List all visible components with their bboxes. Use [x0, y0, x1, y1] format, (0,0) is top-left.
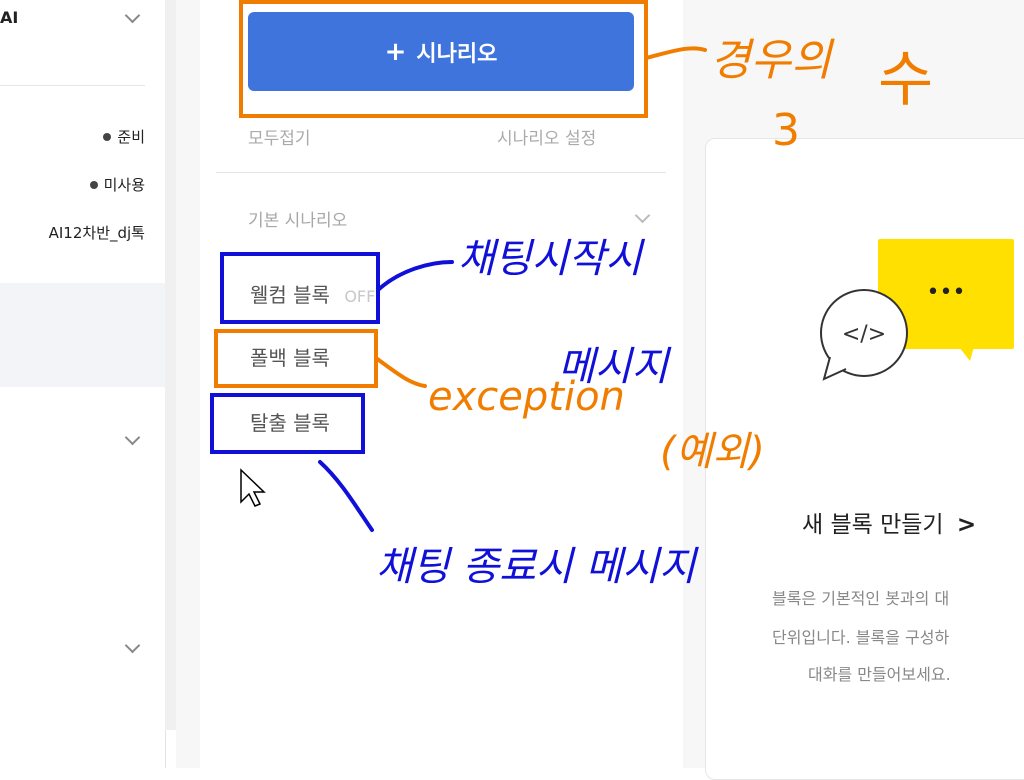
new-block-illustration: ••• </>	[820, 239, 1014, 381]
collapse-all-link[interactable]: 모두접기	[248, 124, 311, 149]
fallback-block-label: 폴백 블록	[250, 346, 330, 370]
gutter	[176, 0, 200, 768]
card-desc-line: 단위입니다. 블록을 구성하	[772, 628, 950, 647]
canvas: ••• </> 새 블록 만들기 > 블록은 기본적인 봇과의 대 단위입니다.…	[683, 0, 1024, 780]
plus-icon: +	[384, 36, 407, 67]
scenario-settings-link[interactable]: 시나리오 설정	[497, 124, 596, 149]
status-unused: 미사용	[89, 174, 145, 195]
chevron-down-icon[interactable]	[124, 7, 141, 24]
status-ready: 준비	[103, 126, 145, 147]
divider	[216, 172, 666, 173]
welcome-block-label: 웰컴 블록	[250, 283, 330, 307]
status-dot-icon	[89, 180, 98, 189]
left-panel: AI 준비 미사용 AI12차반_dj톡	[0, 0, 166, 768]
speech-bubble-tail	[959, 347, 974, 361]
add-scenario-label: 시나리오	[416, 41, 498, 67]
welcome-block-status: OFF	[344, 287, 376, 306]
exit-block-label: 탈출 블록	[250, 411, 330, 435]
status-ready-label: 준비	[117, 128, 145, 146]
section-title[interactable]: 기본 시나리오	[248, 206, 347, 231]
exit-block[interactable]: 탈출 블록	[250, 407, 330, 436]
chevron-down-icon[interactable]	[634, 207, 651, 224]
bubble-dots: •••	[927, 280, 966, 305]
new-block-card[interactable]: ••• </> 새 블록 만들기 > 블록은 기본적인 봇과의 대 단위입니다.…	[705, 138, 1024, 780]
welcome-block[interactable]: 웰컴 블록 OFF	[250, 279, 375, 308]
new-block-title[interactable]: 새 블록 만들기 >	[802, 505, 976, 539]
left-scrollbar[interactable]	[165, 0, 176, 730]
bot-name: AI12차반_dj톡	[49, 222, 145, 243]
card-desc-line: 블록은 기본적인 봇과의 대	[772, 589, 950, 608]
scenario-panel: + 시나리오 모두접기 시나리오 설정 기본 시나리오 웰컴 블록 OFF 폴백…	[200, 0, 684, 768]
fallback-block[interactable]: 폴백 블록	[250, 342, 330, 371]
app-title: AI	[0, 8, 19, 27]
status-unused-label: 미사용	[103, 176, 145, 194]
chevron-right-icon: >	[956, 512, 977, 538]
chevron-down-icon[interactable]	[124, 429, 141, 446]
bot-name-label: AI12차반_dj톡	[48, 224, 145, 242]
chevron-down-icon[interactable]	[124, 637, 141, 654]
selected-row[interactable]	[0, 283, 165, 387]
code-symbol: </>	[842, 322, 886, 347]
status-dot-icon	[103, 132, 112, 141]
card-desc-line: 대화를 만들어보세요.	[808, 665, 951, 684]
new-block-title-label: 새 블록 만들기	[802, 512, 944, 538]
add-scenario-button[interactable]: + 시나리오	[248, 12, 634, 91]
divider	[0, 85, 145, 86]
